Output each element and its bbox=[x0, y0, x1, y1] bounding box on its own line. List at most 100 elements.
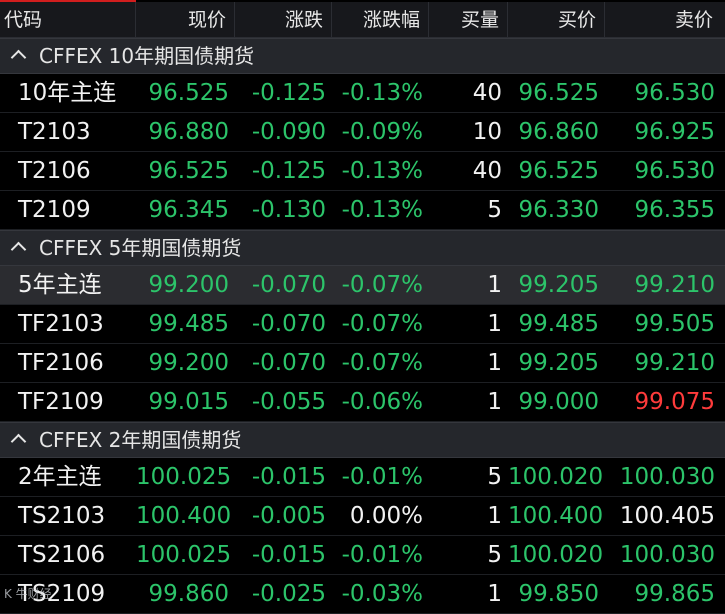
chevron-up-icon[interactable] bbox=[10, 49, 27, 66]
cell-bid-price: 99.850 bbox=[518, 581, 599, 607]
cell-price: 99.860 bbox=[148, 581, 229, 607]
table-row[interactable]: TS2106 100.025 -0.015 -0.01% 5 100.020 100.030 bbox=[0, 536, 725, 575]
cell-change: -0.015 bbox=[251, 542, 326, 568]
cell-code: 5年主连 bbox=[18, 272, 102, 298]
cell-bid-volume: 5 bbox=[487, 197, 502, 223]
cell-change-pct: -0.13% bbox=[341, 80, 423, 106]
cell-bid-volume: 1 bbox=[487, 272, 502, 298]
cell-change: -0.130 bbox=[251, 197, 326, 223]
cell-change-pct: -0.01% bbox=[341, 464, 423, 490]
column-header-bid-volume[interactable]: 买量 bbox=[429, 2, 508, 38]
table-row[interactable]: T2106 96.525 -0.125 -0.13% 40 96.525 96.530 bbox=[0, 152, 725, 191]
cell-ask-price: 100.405 bbox=[619, 503, 715, 529]
cell-code: TF2109 bbox=[18, 389, 104, 415]
cell-bid-price: 99.485 bbox=[518, 311, 599, 337]
cell-change: -0.055 bbox=[251, 389, 326, 415]
cell-ask-price: 99.865 bbox=[634, 581, 715, 607]
cell-code: TS2106 bbox=[18, 542, 106, 568]
cell-ask-price: 100.030 bbox=[619, 542, 715, 568]
column-header-change[interactable]: 涨跌 bbox=[235, 2, 332, 38]
watermark: K 牛财经 bbox=[4, 587, 52, 601]
cell-change-pct: -0.06% bbox=[341, 389, 423, 415]
column-header-bid-price[interactable]: 买价 bbox=[508, 2, 605, 38]
chevron-up-icon[interactable] bbox=[10, 433, 27, 450]
cell-change: -0.015 bbox=[251, 464, 326, 490]
cell-price: 96.880 bbox=[148, 119, 229, 145]
cell-ask-price: 100.030 bbox=[619, 464, 715, 490]
cell-price: 99.200 bbox=[148, 350, 229, 376]
cell-change-pct: -0.09% bbox=[341, 119, 423, 145]
column-header-price[interactable]: 现价 bbox=[136, 2, 235, 38]
cell-change: -0.125 bbox=[251, 80, 326, 106]
group-label: CFFEX 10年期国债期货 bbox=[39, 44, 255, 68]
cell-ask-price: 96.530 bbox=[634, 158, 715, 184]
cell-change: -0.070 bbox=[251, 272, 326, 298]
cell-change-pct: 0.00% bbox=[349, 503, 423, 529]
cell-bid-volume: 1 bbox=[487, 581, 502, 607]
cell-ask-price: 96.925 bbox=[634, 119, 715, 145]
cell-code: T2103 bbox=[18, 119, 91, 145]
table-row[interactable]: 2年主连 100.025 -0.015 -0.01% 5 100.020 100.030 bbox=[0, 458, 725, 497]
quote-table-header: 代码 现价 涨跌 涨跌幅 买量 买价 卖价 bbox=[0, 2, 725, 38]
cell-change-pct: -0.07% bbox=[341, 350, 423, 376]
table-row[interactable]: TS2109 99.860 -0.025 -0.03% 1 99.850 99.865 bbox=[0, 575, 725, 614]
group-label: CFFEX 2年期国债期货 bbox=[39, 428, 242, 452]
cell-bid-volume: 10 bbox=[472, 119, 502, 145]
column-header-change-pct[interactable]: 涨跌幅 bbox=[332, 2, 429, 38]
cell-bid-price: 96.860 bbox=[518, 119, 599, 145]
cell-ask-price: 99.210 bbox=[634, 350, 715, 376]
table-row[interactable]: TS2103 100.400 -0.005 0.00% 1 100.400 100.405 bbox=[0, 497, 725, 536]
cell-change: -0.090 bbox=[251, 119, 326, 145]
table-row[interactable]: TF2109 99.015 -0.055 -0.06% 1 99.000 99.075 bbox=[0, 383, 725, 422]
cell-ask-price: 99.505 bbox=[634, 311, 715, 337]
cell-bid-volume: 1 bbox=[487, 311, 502, 337]
cell-price: 99.200 bbox=[148, 272, 229, 298]
table-row[interactable]: 5年主连 99.200 -0.070 -0.07% 1 99.205 99.210 bbox=[0, 266, 725, 305]
cell-bid-volume: 1 bbox=[487, 350, 502, 376]
cell-bid-price: 99.000 bbox=[518, 389, 599, 415]
column-header-ask-price[interactable]: 卖价 bbox=[605, 2, 725, 38]
cell-ask-price: 99.075 bbox=[634, 389, 715, 415]
table-row[interactable]: T2103 96.880 -0.090 -0.09% 10 96.860 96.925 bbox=[0, 113, 725, 152]
cell-change-pct: -0.07% bbox=[341, 272, 423, 298]
cell-code: 2年主连 bbox=[18, 464, 102, 490]
cell-ask-price: 96.355 bbox=[634, 197, 715, 223]
cell-bid-price: 100.020 bbox=[508, 464, 604, 490]
cell-price: 96.345 bbox=[148, 197, 229, 223]
cell-code: 10年主连 bbox=[18, 80, 117, 106]
cell-price: 96.525 bbox=[148, 158, 229, 184]
chevron-up-icon[interactable] bbox=[10, 241, 27, 258]
cell-bid-volume: 1 bbox=[487, 389, 502, 415]
table-row[interactable]: TF2103 99.485 -0.070 -0.07% 1 99.485 99.505 bbox=[0, 305, 725, 344]
table-row[interactable]: 10年主连 96.525 -0.125 -0.13% 40 96.525 96.530 bbox=[0, 74, 725, 113]
cell-ask-price: 99.210 bbox=[634, 272, 715, 298]
column-header-code[interactable]: 代码 bbox=[0, 2, 136, 38]
cell-price: 99.485 bbox=[148, 311, 229, 337]
cell-change-pct: -0.03% bbox=[341, 581, 423, 607]
group-header[interactable]: CFFEX 2年期国债期货 bbox=[0, 422, 725, 458]
cell-bid-price: 96.525 bbox=[518, 80, 599, 106]
cell-price: 99.015 bbox=[148, 389, 229, 415]
cell-price: 100.400 bbox=[136, 503, 232, 529]
cell-change-pct: -0.01% bbox=[341, 542, 423, 568]
cell-bid-volume: 5 bbox=[487, 542, 502, 568]
cell-change-pct: -0.13% bbox=[341, 197, 423, 223]
cell-code: TF2106 bbox=[18, 350, 104, 376]
cell-code: TF2103 bbox=[18, 311, 104, 337]
cell-ask-price: 96.530 bbox=[634, 80, 715, 106]
cell-change-pct: -0.07% bbox=[341, 311, 423, 337]
cell-change-pct: -0.13% bbox=[341, 158, 423, 184]
cell-bid-price: 100.400 bbox=[508, 503, 604, 529]
table-row[interactable]: TF2106 99.200 -0.070 -0.07% 1 99.205 99.210 bbox=[0, 344, 725, 383]
group-header[interactable]: CFFEX 10年期国债期货 bbox=[0, 38, 725, 74]
cell-change: -0.070 bbox=[251, 311, 326, 337]
cell-bid-price: 96.525 bbox=[518, 158, 599, 184]
group-label: CFFEX 5年期国债期货 bbox=[39, 236, 242, 260]
cell-price: 100.025 bbox=[136, 464, 232, 490]
cell-code: T2109 bbox=[18, 197, 91, 223]
cell-price: 100.025 bbox=[136, 542, 232, 568]
cell-bid-price: 96.330 bbox=[518, 197, 599, 223]
group-header[interactable]: CFFEX 5年期国债期货 bbox=[0, 230, 725, 266]
cell-bid-volume: 40 bbox=[472, 80, 502, 106]
table-row[interactable]: T2109 96.345 -0.130 -0.13% 5 96.330 96.355 bbox=[0, 191, 725, 230]
